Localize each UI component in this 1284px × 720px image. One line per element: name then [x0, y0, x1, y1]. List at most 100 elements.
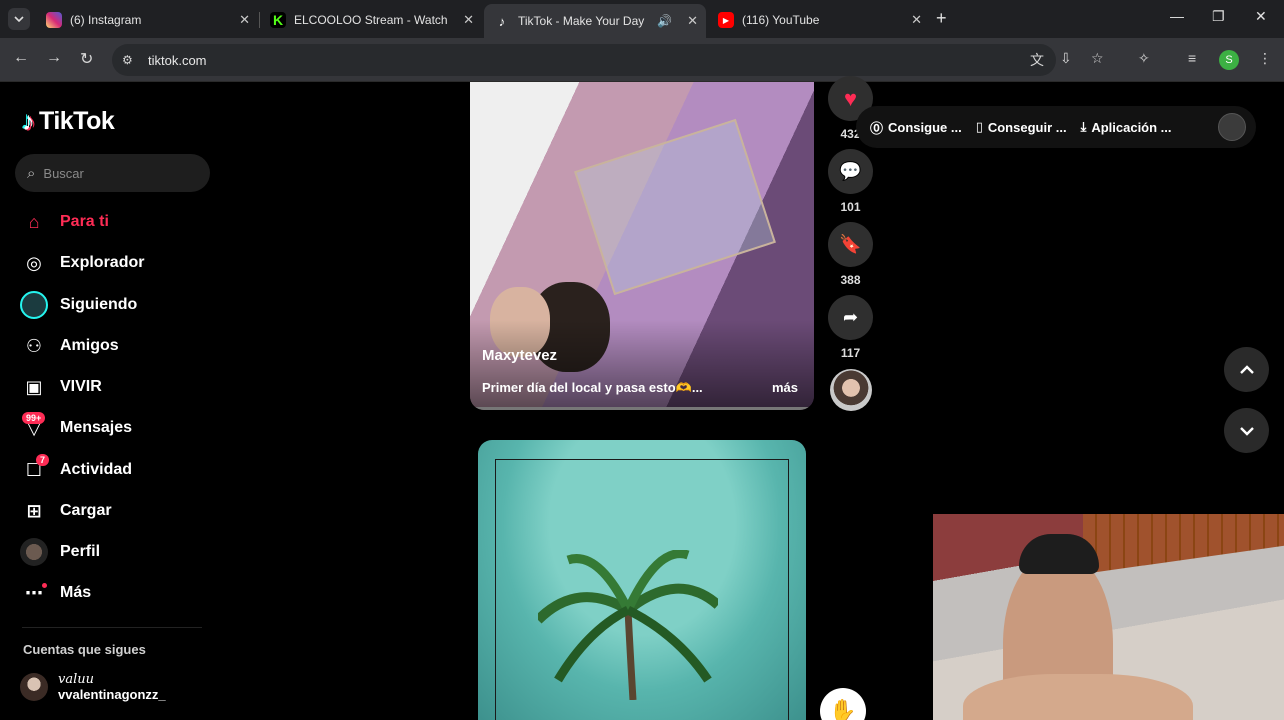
- upload-icon: ⊞: [26, 500, 42, 521]
- next-video-preview[interactable]: [478, 440, 806, 720]
- browser-menu-icon[interactable]: ⋮: [1258, 50, 1272, 67]
- get-app-button[interactable]: ▯ Conseguir ...: [976, 119, 1067, 135]
- bookmark-star-icon[interactable]: ☆: [1091, 50, 1104, 67]
- download-app-button[interactable]: ⤓ Aplicación ...: [1081, 119, 1172, 135]
- webcam-frame-content: [963, 674, 1193, 720]
- url-text[interactable]: tiktok.com: [148, 53, 207, 68]
- tiktok-logo[interactable]: ♪ TikTok: [22, 106, 115, 137]
- download-icon: ⤓: [1080, 119, 1087, 134]
- sidebar-divider: [22, 627, 202, 628]
- phone-icon: ▯: [975, 119, 983, 134]
- account-username: vvalentinagonzz_: [58, 687, 166, 702]
- sidebar-item-cargar[interactable]: ⊞ Cargar: [20, 496, 111, 526]
- back-arrow-icon[interactable]: ←: [13, 49, 29, 67]
- comment-count: 101: [840, 200, 861, 214]
- tab-title: (6) Instagram: [70, 13, 142, 27]
- friends-icon: ⚇: [25, 335, 43, 356]
- share-arrow-icon[interactable]: ➦: [828, 295, 873, 340]
- bookmark-icon[interactable]: 🔖: [828, 222, 873, 267]
- sidebar-item-perfil[interactable]: Perfil: [20, 537, 100, 567]
- button-label: Consigue ...: [888, 119, 962, 135]
- extensions-puzzle-icon[interactable]: ✧: [1138, 50, 1150, 67]
- restore-icon[interactable]: ❐: [1212, 8, 1225, 25]
- search-icon: ⌕: [27, 164, 36, 182]
- sidebar-item-label: Mensajes: [60, 419, 133, 436]
- tab-instagram[interactable]: (6) Instagram ✕: [36, 6, 258, 34]
- chevron-down-icon: [1239, 426, 1254, 436]
- home-icon: ⌂: [28, 211, 40, 232]
- tab-title: (116) YouTube: [742, 13, 820, 27]
- translate-icon[interactable]: 文: [1030, 50, 1044, 70]
- sidebar-item-mensajes[interactable]: ▽ 99+ Mensajes: [20, 412, 133, 443]
- logo-text: TikTok: [39, 107, 115, 135]
- video-player[interactable]: Maxytevez Primer día del local y pasa es…: [470, 82, 814, 410]
- address-bar[interactable]: ⚙ tiktok.com: [112, 44, 1056, 76]
- activity-icon: ☐ 7: [20, 454, 50, 484]
- youtube-icon: ▶: [718, 12, 734, 28]
- comment-action[interactable]: 💬 101: [828, 149, 873, 214]
- window-close-icon[interactable]: ✕: [1255, 8, 1267, 25]
- video-frame-content: [574, 118, 776, 296]
- live-tv-icon: ▣: [25, 376, 43, 397]
- new-tab-plus-icon[interactable]: +: [936, 8, 947, 29]
- chevron-up-icon: [1239, 364, 1254, 374]
- site-settings-icon[interactable]: ⚙: [122, 53, 138, 67]
- sidebar-item-siguiendo[interactable]: Siguiendo: [20, 290, 137, 320]
- sidebar-item-label: Actividad: [60, 461, 133, 478]
- kick-icon: K: [270, 12, 286, 28]
- sidebar-item-mas[interactable]: ⋯ Más: [20, 578, 91, 608]
- activity-badge: 7: [36, 454, 50, 466]
- sidebar-item-label: Más: [60, 584, 92, 601]
- sidebar-item-explorador[interactable]: ◎ Explorador: [20, 248, 144, 278]
- more-description-link[interactable]: más: [772, 380, 798, 395]
- notification-dot: [42, 583, 47, 588]
- browser-profile-avatar[interactable]: S: [1219, 50, 1239, 70]
- sidebar-item-label: Para ti: [60, 213, 109, 230]
- creator-avatar[interactable]: [830, 369, 872, 411]
- next-video-creator-avatar[interactable]: ✋: [820, 688, 866, 720]
- tab-youtube[interactable]: ▶ (116) YouTube ✕: [708, 6, 930, 34]
- install-app-icon[interactable]: ⇩: [1060, 50, 1072, 67]
- search-input[interactable]: ⌕ Buscar: [15, 154, 210, 192]
- reload-icon[interactable]: ↻: [80, 49, 93, 69]
- button-label: Aplicación ...: [1091, 119, 1172, 135]
- instagram-icon: [46, 12, 62, 28]
- browser-toolbar: ← → ↻ ⚙ tiktok.com 文 ⇩ ☆ ✧ ≡ ⋮: [0, 38, 1284, 82]
- compass-icon: ◎: [26, 252, 42, 273]
- tab-elcooloo-stream[interactable]: K ELCOOLOO Stream - Watch Live ✕: [260, 6, 482, 34]
- sidebar-item-actividad[interactable]: ☐ 7 Actividad: [20, 454, 133, 485]
- video-progress-bar[interactable]: [470, 407, 814, 410]
- more-icon: ⋯: [20, 579, 48, 607]
- minimize-icon[interactable]: —: [1170, 8, 1184, 24]
- previous-video-button[interactable]: [1224, 347, 1269, 392]
- media-control-icon[interactable]: ≡: [1188, 50, 1196, 66]
- save-count: 388: [840, 273, 861, 287]
- tab-tiktok[interactable]: ♪ TikTok - Make Your Day 🔊 ✕: [484, 4, 706, 38]
- sidebar-item-vivir[interactable]: ▣ VIVIR: [20, 372, 101, 402]
- share-count: 117: [840, 346, 861, 360]
- following-avatar-icon: [20, 291, 48, 319]
- comment-icon[interactable]: 💬: [828, 149, 873, 194]
- following-account-item[interactable]: valuu vvalentinagonzz_: [20, 672, 166, 702]
- tab-title: TikTok - Make Your Day: [518, 14, 645, 28]
- user-avatar[interactable]: [1218, 113, 1246, 141]
- sidebar-item-para-ti[interactable]: ⌂ Para ti: [20, 207, 109, 237]
- next-video-button[interactable]: [1224, 408, 1269, 453]
- sidebar-item-amigos[interactable]: ⚇ Amigos: [20, 331, 119, 361]
- close-tab-icon[interactable]: ✕: [239, 12, 250, 28]
- forward-arrow-icon[interactable]: →: [46, 49, 62, 67]
- share-action[interactable]: ➦ 117: [828, 295, 873, 360]
- get-coins-button[interactable]: ⓪ Consigue ...: [870, 118, 962, 137]
- close-tab-icon[interactable]: ✕: [911, 12, 922, 28]
- profile-avatar-icon: [20, 538, 48, 566]
- close-tab-icon[interactable]: ✕: [463, 12, 474, 28]
- audio-playing-icon[interactable]: 🔊: [657, 14, 672, 28]
- save-action[interactable]: 🔖 388: [828, 222, 873, 287]
- video-author[interactable]: Maxytevez: [482, 347, 557, 364]
- tab-search-dropdown-button[interactable]: [8, 8, 30, 30]
- video-caption-gradient: [470, 320, 814, 410]
- tiktok-icon: ♪: [498, 13, 506, 29]
- coin-icon: ⓪: [870, 120, 884, 136]
- button-label: Conseguir ...: [987, 119, 1067, 135]
- close-tab-icon[interactable]: ✕: [687, 13, 698, 29]
